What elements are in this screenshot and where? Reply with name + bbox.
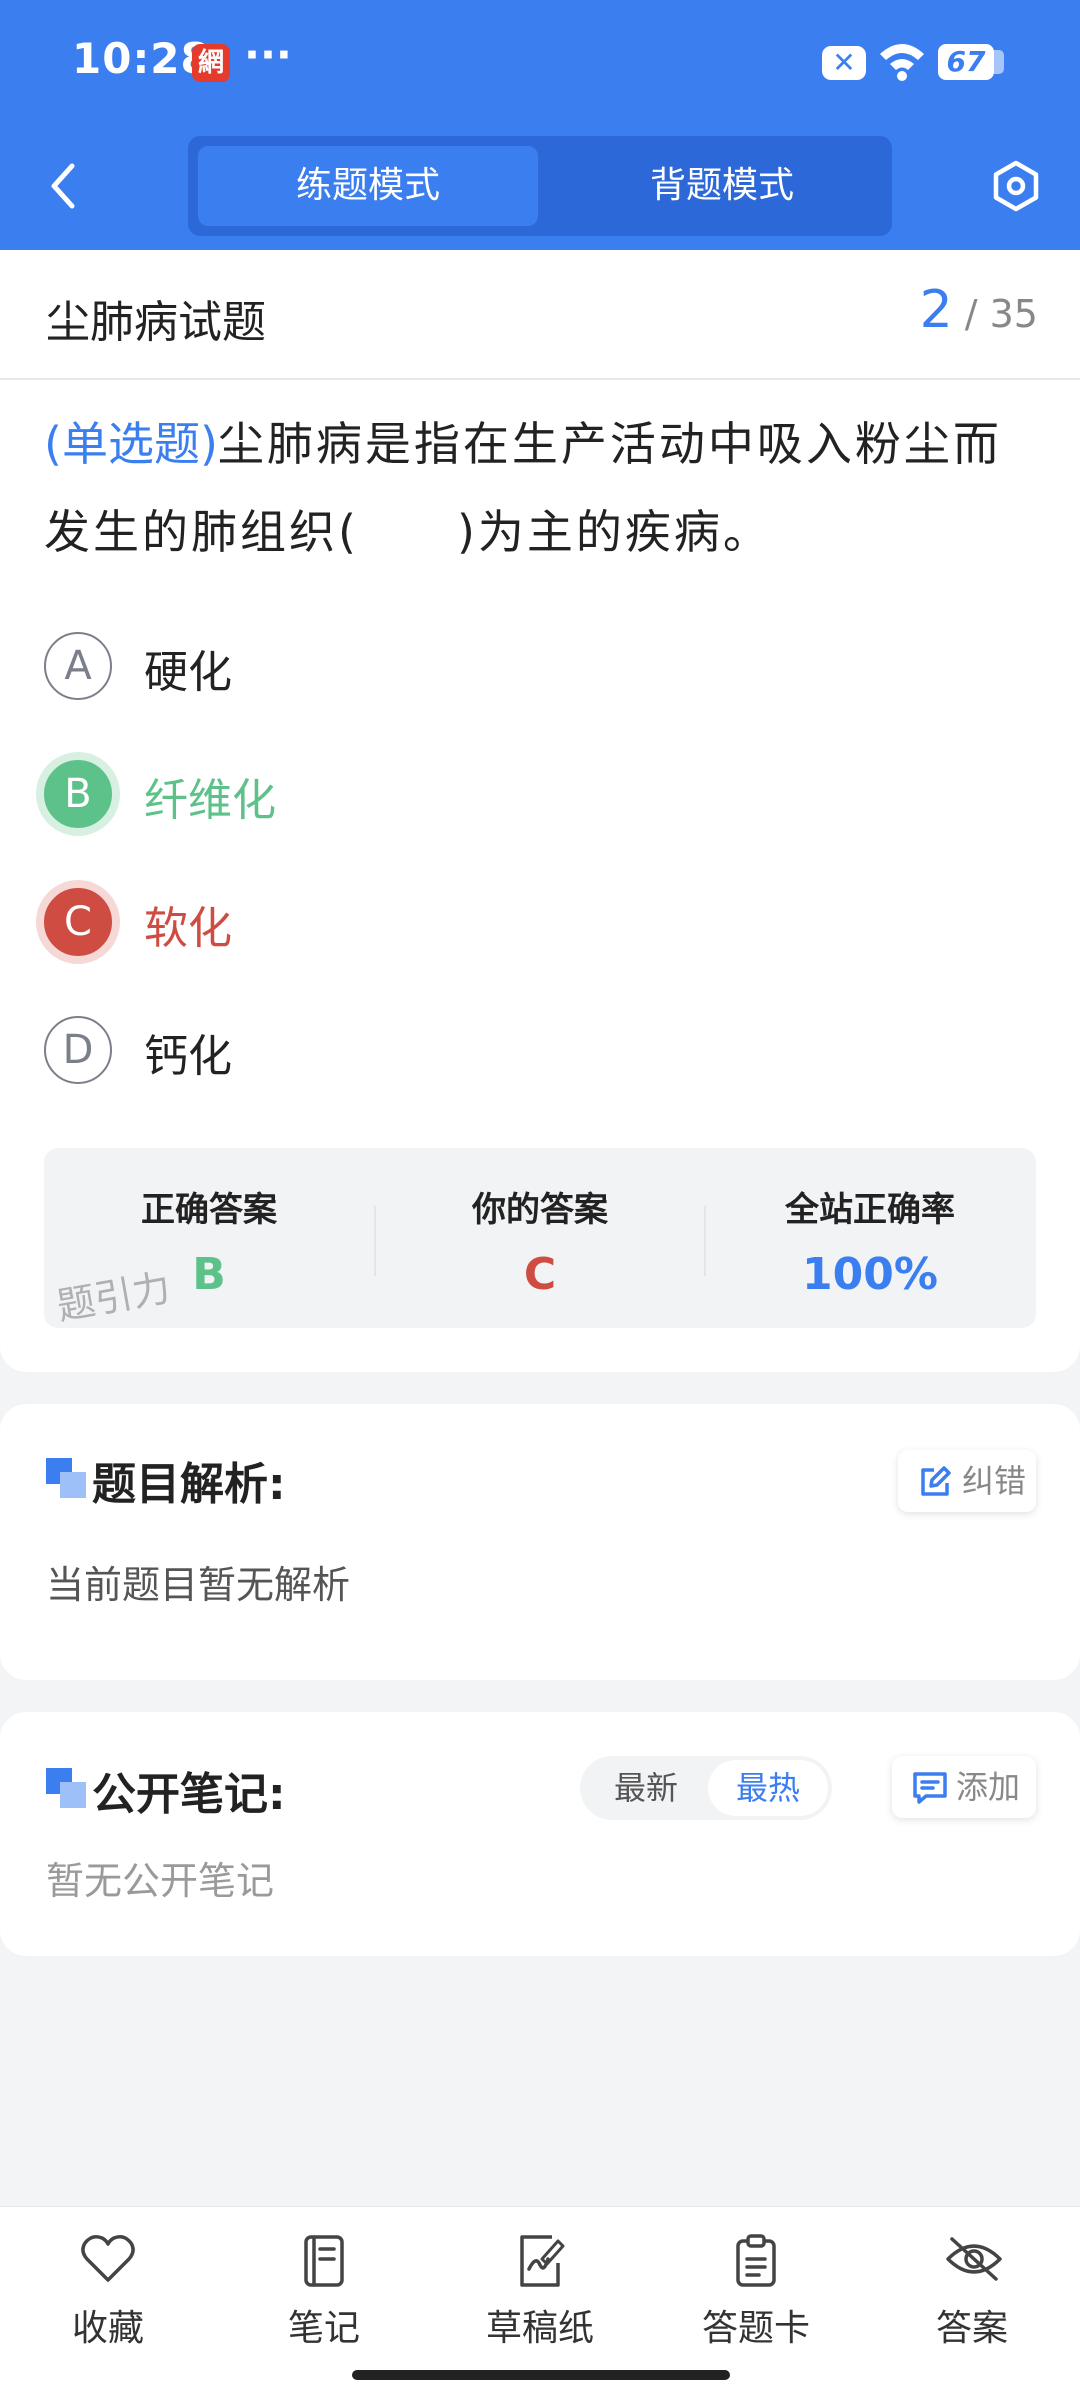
notes-button[interactable]: 笔记 <box>216 2207 432 2357</box>
option-letter: C <box>44 888 112 956</box>
question-type: (单选题) <box>44 417 218 471</box>
edit-icon <box>921 1466 951 1496</box>
notes-card: 公开笔记: 最新 最热 添加 暂无公开笔记 <box>0 1712 1080 1956</box>
option-letter: B <box>44 760 112 828</box>
status-bar: 10:28 網 ··· ✕ 67 <box>0 0 1080 125</box>
notes-label: 笔记 <box>287 2308 360 2349</box>
option-letter: D <box>44 1016 112 1084</box>
section-square-icon <box>46 1458 86 1498</box>
clipboard-icon <box>736 2234 776 2287</box>
battery-icon: 67 <box>938 44 1004 80</box>
settings-icon[interactable] <box>990 160 1042 212</box>
report-error-label: 纠错 <box>962 1462 1027 1500</box>
question-counter: 2 / 35 <box>920 280 1038 340</box>
option-a[interactable]: A 硬化 <box>44 628 944 708</box>
netease-app-icon: 網 <box>192 44 230 82</box>
no-sim-icon: ✕ <box>822 46 866 80</box>
correct-answer-label: 正确答案 <box>141 1190 277 1230</box>
draft-paper-label: 草稿纸 <box>485 2308 594 2349</box>
current-question-number: 2 <box>919 280 953 340</box>
tab-practice-mode[interactable]: 练题模式 <box>198 146 538 226</box>
option-text: 纤维化 <box>144 775 276 826</box>
option-text: 硬化 <box>144 647 232 698</box>
status-time: 10:28 <box>72 34 211 83</box>
accuracy-label: 全站正确率 <box>785 1190 955 1230</box>
back-icon[interactable] <box>40 158 88 214</box>
notes-title: 公开笔记: <box>92 1769 286 1820</box>
answer-sheet-button[interactable]: 答题卡 <box>648 2207 864 2357</box>
accuracy-col: 全站正确率 100% <box>705 1148 1035 1328</box>
answer-stats: 正确答案 B 你的答案 C 全站正确率 100% 题引力 <box>44 1148 1036 1328</box>
answer-sheet-label: 答题卡 <box>701 2308 810 2349</box>
add-note-label: 添加 <box>956 1768 1021 1806</box>
notebook-icon <box>304 2235 344 2287</box>
option-c[interactable]: C 软化 <box>44 884 944 964</box>
show-answer-button[interactable]: 答案 <box>864 2207 1080 2357</box>
mode-switch: 练题模式 背题模式 <box>188 136 892 236</box>
analysis-card: 题目解析: 纠错 当前题目暂无解析 <box>0 1404 1080 1680</box>
question-text: (单选题)尘肺病是指在生产活动中吸入粉尘而发生的肺组织( )为主的疾病。 <box>44 400 1044 576</box>
your-answer-label: 你的答案 <box>472 1190 608 1230</box>
report-error-button[interactable]: 纠错 <box>898 1450 1036 1512</box>
notes-empty-text: 暂无公开笔记 <box>46 1859 275 1903</box>
option-letter: A <box>44 632 112 700</box>
accuracy-value: 100% <box>802 1249 938 1300</box>
question-card: 尘肺病试题 2 / 35 (单选题)尘肺病是指在生产活动中吸入粉尘而发生的肺组织… <box>0 250 1080 1372</box>
wifi-icon <box>880 44 924 81</box>
tab-memorize-mode[interactable]: 背题模式 <box>552 146 892 226</box>
notes-sort-toggle: 最新 最热 <box>580 1756 832 1820</box>
comment-icon <box>913 1772 947 1804</box>
heart-icon <box>81 2235 135 2282</box>
draft-icon <box>520 2235 565 2287</box>
option-text: 软化 <box>144 903 232 954</box>
section-title: 尘肺病试题 <box>46 297 266 348</box>
home-indicator[interactable] <box>352 2370 730 2380</box>
more-notifications-icon: ··· <box>244 30 292 79</box>
sort-hot[interactable]: 最热 <box>708 1760 828 1816</box>
draft-paper-button[interactable]: 草稿纸 <box>432 2207 648 2357</box>
your-answer-value: C <box>523 1249 557 1300</box>
option-text: 钙化 <box>144 1031 232 1082</box>
question-title-row: 尘肺病试题 2 / 35 <box>0 250 1080 380</box>
favorite-label: 收藏 <box>71 2308 144 2349</box>
option-b[interactable]: B 纤维化 <box>44 756 944 836</box>
analysis-body: 当前题目暂无解析 <box>46 1563 351 1607</box>
show-answer-label: 答案 <box>935 2308 1008 2349</box>
add-note-button[interactable]: 添加 <box>892 1756 1036 1818</box>
app-header: 10:28 網 ··· ✕ 67 练题模式 背题模式 <box>0 0 1080 250</box>
analysis-title: 题目解析: <box>92 1459 286 1510</box>
your-answer-col: 你的答案 C <box>375 1148 705 1328</box>
eye-off-icon <box>946 2237 1002 2281</box>
option-d[interactable]: D 钙化 <box>44 1012 944 1092</box>
total-questions: / 35 <box>964 292 1038 336</box>
favorite-button[interactable]: 收藏 <box>0 2207 216 2357</box>
section-square-icon <box>46 1768 86 1808</box>
sort-latest[interactable]: 最新 <box>586 1756 706 1820</box>
